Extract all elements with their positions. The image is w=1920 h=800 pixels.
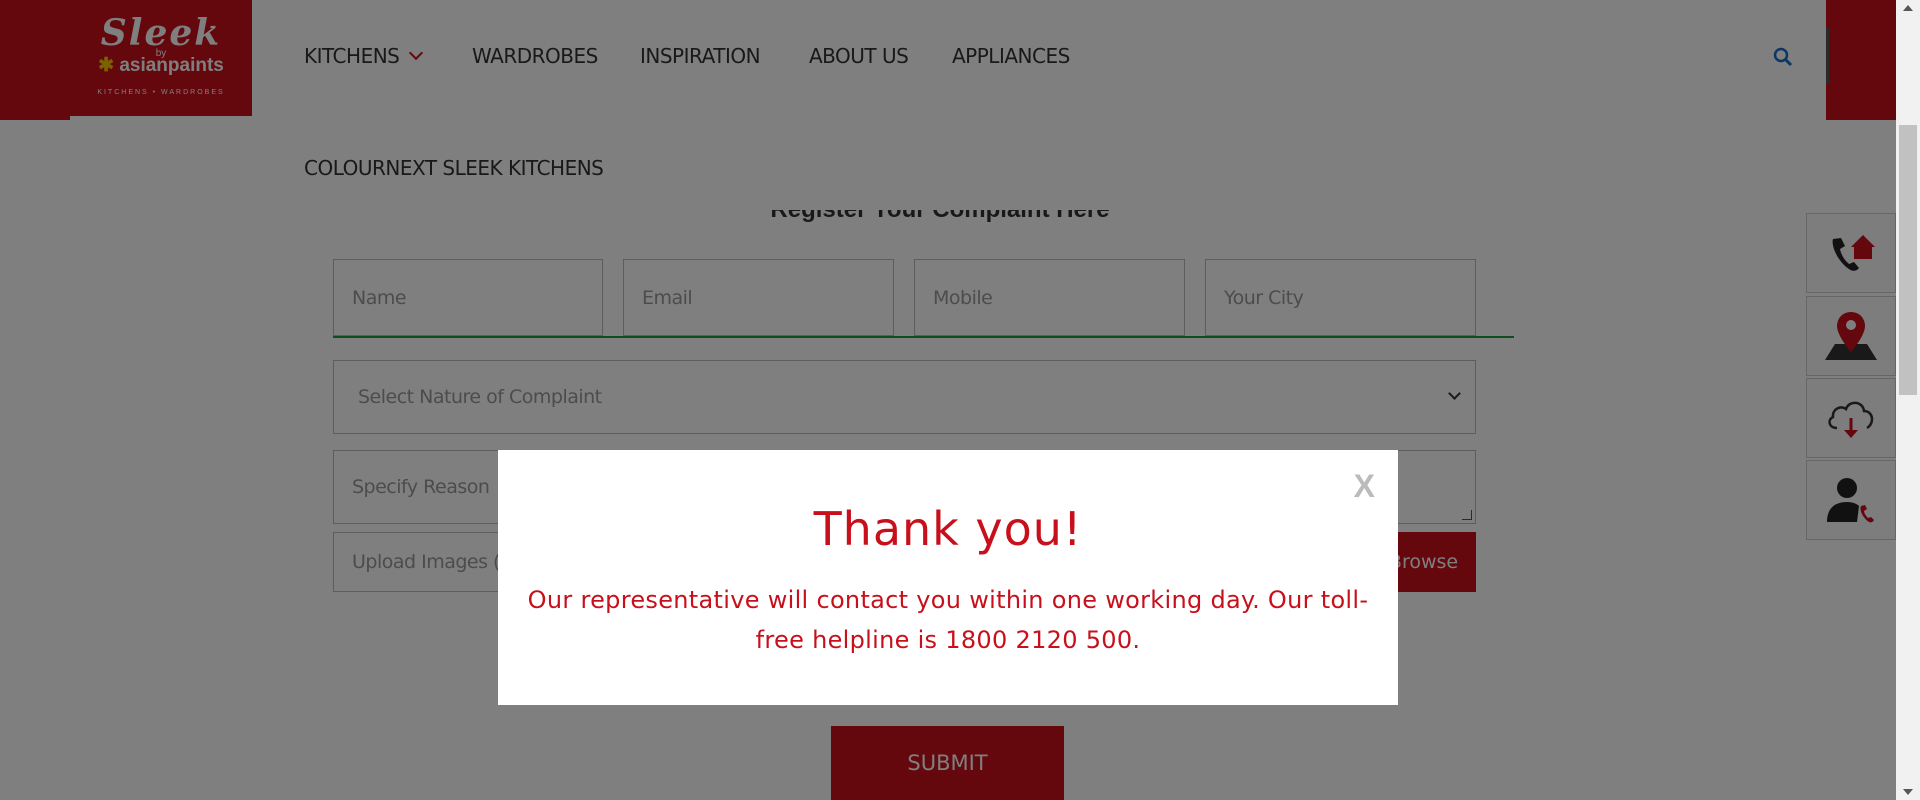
thank-you-modal: X Thank you! Our representative will con… — [498, 450, 1398, 705]
modal-title: Thank you! — [813, 502, 1083, 556]
scroll-up-icon[interactable] — [1903, 5, 1913, 11]
scroll-down-icon[interactable] — [1903, 789, 1913, 795]
scrollbar-thumb[interactable] — [1899, 125, 1917, 395]
modal-message: Our representative will contact you with… — [527, 586, 1369, 654]
page-scrollbar[interactable] — [1896, 0, 1920, 800]
close-icon[interactable]: X — [1354, 468, 1375, 505]
